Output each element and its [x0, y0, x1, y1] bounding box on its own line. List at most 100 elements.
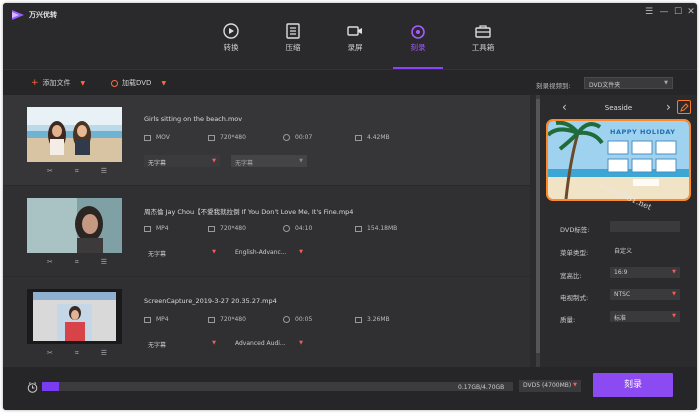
resolution-icon — [208, 134, 215, 141]
compress-icon — [286, 23, 300, 39]
aspect-ratio-value: 16:9 — [614, 269, 628, 276]
disc-capacity-fill — [42, 382, 59, 391]
tab-label: 转换 — [223, 43, 239, 52]
audio-track-select[interactable]: English-Advanc... ▼ — [231, 246, 307, 258]
subtitle-select[interactable]: 无字幕 ▼ — [144, 337, 220, 349]
minimize-icon[interactable]: — — [658, 7, 670, 17]
tab-toolbox[interactable]: 工具箱 — [458, 23, 508, 69]
file-duration: 00:05 — [283, 316, 312, 323]
chevron-down-icon: ▼ — [212, 158, 216, 164]
menu-icon[interactable]: ☰ — [643, 7, 655, 17]
chevron-down-icon: ▼ — [299, 249, 303, 255]
chevron-down-icon: ▼ — [299, 158, 303, 164]
top-bar: 万兴优转 ☰ — ☐ ✕ 转换 压缩 录屏 刻录 工具箱 — [3, 3, 697, 69]
timer-icon[interactable] — [27, 382, 38, 393]
toolbox-icon — [475, 25, 491, 38]
effects-icon[interactable]: ☰ — [101, 349, 107, 359]
subtitle-select[interactable]: 无字幕 ▼ — [144, 155, 220, 167]
clock-icon — [283, 134, 290, 141]
file-row[interactable]: ✂ ⌗ ☰ Girls sitting on the beach.mov MOV 7… — [3, 95, 530, 186]
tab-convert[interactable]: 转换 — [206, 23, 256, 69]
file-row[interactable]: ✂ ⌗ ☰ ScreenCapture_2019-3-27 20.35.27.mp4… — [3, 277, 530, 368]
convert-icon — [223, 23, 239, 39]
effects-icon[interactable]: ☰ — [101, 167, 107, 177]
chevron-down-icon: ▼ — [299, 340, 303, 346]
folder-icon — [355, 134, 362, 141]
chevron-down-icon[interactable]: ▼ — [161, 80, 166, 87]
plus-icon: + — [31, 77, 39, 88]
dvd-label-input[interactable] — [610, 221, 680, 232]
quality-select[interactable]: 标准 ▼ — [610, 311, 680, 322]
crop-icon[interactable]: ⌗ — [75, 258, 79, 268]
tab-record[interactable]: 录屏 — [330, 23, 380, 69]
burn-to-select[interactable]: DVD文件夹 ▼ — [584, 77, 673, 89]
resolution-value: 720*480 — [220, 225, 246, 232]
subtitle-value: 无字幕 — [148, 342, 167, 349]
toolbar: + 添加文件 ▼ 加载DVD ▼ 刻录视频到: DVD文件夹 ▼ — [3, 69, 697, 95]
film-icon — [144, 316, 151, 323]
size-value: 154.18MB — [367, 225, 398, 232]
aspect-ratio-select[interactable]: 16:9 ▼ — [610, 267, 680, 278]
subtitle-select[interactable]: 无字幕 ▼ — [144, 246, 220, 258]
disc-capacity-text: 0.17GB/4.70GB — [458, 384, 505, 391]
trim-icon[interactable]: ✂ — [47, 349, 53, 359]
subtitle-value: 无字幕 — [148, 251, 167, 258]
load-dvd-button[interactable]: 加载DVD ▼ — [111, 78, 166, 88]
trim-icon[interactable]: ✂ — [47, 167, 53, 177]
audio-track-select[interactable]: 无字幕 ▼ — [231, 155, 307, 167]
scrollbar-thumb[interactable] — [536, 99, 540, 353]
crop-icon[interactable]: ⌗ — [75, 349, 79, 359]
clock-icon — [283, 225, 290, 232]
chevron-down-icon: ▼ — [672, 269, 676, 275]
effects-icon[interactable]: ☰ — [101, 258, 107, 268]
film-icon — [144, 225, 151, 232]
file-size: 4.42MB — [355, 134, 390, 141]
file-resolution: 720*480 — [208, 316, 246, 323]
edit-tools: ✂ ⌗ ☰ — [47, 167, 107, 177]
resolution-icon — [208, 225, 215, 232]
file-list-scrollbar[interactable] — [536, 95, 540, 367]
folder-icon — [355, 316, 362, 323]
tab-compress[interactable]: 压缩 — [268, 23, 318, 69]
tab-label: 刻录 — [410, 43, 426, 52]
dvd-label-label: DVD标签: — [560, 226, 590, 234]
disc-capacity-bar — [42, 382, 513, 391]
close-icon[interactable]: ✕ — [685, 7, 697, 17]
chevron-down-icon: ▼ — [672, 291, 676, 297]
maximize-icon[interactable]: ☐ — [672, 7, 684, 17]
edit-tools: ✂ ⌗ ☰ — [47, 349, 107, 359]
file-name: Girls sitting on the beach.mov — [144, 115, 243, 123]
file-size: 154.18MB — [355, 225, 397, 232]
chevron-down-icon: ▼ — [212, 249, 216, 255]
aspect-ratio-label: 宽高比: — [560, 272, 582, 280]
menu-type-value: 自定义 — [614, 248, 633, 255]
format-value: MOV — [156, 134, 170, 141]
tab-label: 压缩 — [285, 43, 301, 52]
tab-label: 工具箱 — [471, 43, 495, 52]
file-format: MP4 — [144, 225, 169, 232]
load-dvd-label: 加载DVD — [122, 79, 152, 87]
template-name: Seaside — [604, 104, 633, 112]
edit-template-button[interactable] — [677, 100, 691, 114]
bottom-bar: 0.17GB/4.70GB DVD5 (4700MB) ▼ 刻录 — [3, 367, 697, 410]
file-row[interactable]: ✂ ⌗ ☰ 周杰倫 Jay Chou【不愛我就拉倒 If You Don't Lov… — [3, 186, 530, 277]
tab-burn[interactable]: 刻录 — [393, 23, 443, 69]
file-size: 3.26MB — [355, 316, 390, 323]
subtitle-value: 无字幕 — [148, 160, 167, 167]
file-duration: 00:07 — [283, 134, 312, 141]
disc-type-select[interactable]: DVD5 (4700MB) ▼ — [519, 380, 581, 392]
chevron-right-icon[interactable]: › — [666, 100, 671, 114]
duration-value: 00:05 — [295, 316, 313, 323]
add-file-button[interactable]: + 添加文件 ▼ — [31, 78, 85, 88]
file-format: MP4 — [144, 316, 169, 323]
burn-button[interactable]: 刻录 — [593, 373, 673, 397]
trim-icon[interactable]: ✂ — [47, 258, 53, 268]
preview-title: HAPPY HOLIDAY — [610, 128, 676, 136]
crop-icon[interactable]: ⌗ — [75, 167, 79, 177]
audio-track-select[interactable]: Advanced Audi... ▼ — [231, 337, 307, 349]
quality-value: 标准 — [614, 315, 627, 322]
audio-value: English-Advanc... — [235, 249, 287, 256]
chevron-down-icon[interactable]: ▼ — [81, 80, 86, 87]
disc-icon — [111, 79, 118, 87]
tv-standard-select[interactable]: NTSC ▼ — [610, 289, 680, 300]
